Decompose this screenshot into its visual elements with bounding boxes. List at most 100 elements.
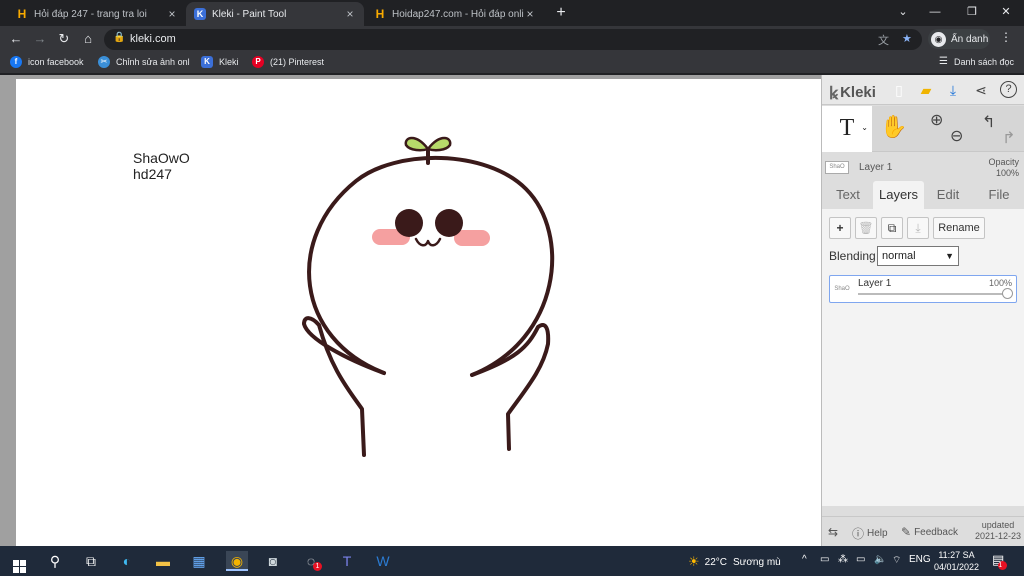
tab-hoidap-online[interactable]: H Hoidap247.com - Hỏi đáp online × bbox=[366, 2, 544, 26]
help-link[interactable]: ⓘ Help bbox=[852, 525, 888, 542]
canvas-text-line: ShaOwO bbox=[133, 150, 190, 166]
add-layer-button[interactable]: + bbox=[829, 217, 851, 239]
canvas-text-line: hd247 bbox=[133, 166, 172, 182]
kleki-logo[interactable]: ꝃ Kleki bbox=[829, 81, 876, 104]
text-tool-button[interactable]: T ⌄ bbox=[822, 106, 872, 152]
word-icon[interactable]: W bbox=[372, 551, 394, 571]
edge-icon[interactable]: ◐ bbox=[116, 551, 138, 571]
file-explorer-icon[interactable]: ▬ bbox=[152, 551, 174, 571]
teams-icon[interactable]: T bbox=[336, 551, 358, 571]
lock-icon[interactable]: 🔒 bbox=[113, 32, 125, 43]
close-icon[interactable]: × bbox=[166, 7, 178, 21]
tab-hoidap-traloi[interactable]: H Hỏi đáp 247 - trang tra loi × bbox=[8, 2, 186, 26]
feedback-link[interactable]: ✎ Feedback bbox=[901, 525, 958, 539]
messenger-icon[interactable]: ◌ 1 bbox=[300, 551, 322, 571]
restore-icon[interactable]: ❐ bbox=[962, 3, 982, 21]
windows-start-icon[interactable] bbox=[8, 551, 30, 573]
address-bar[interactable]: 🔒 kleki.com 文 ★ bbox=[104, 29, 922, 50]
close-icon[interactable]: × bbox=[524, 7, 536, 21]
browser-tab-strip: H Hỏi đáp 247 - trang tra loi × K Kleki … bbox=[0, 0, 1024, 26]
blending-select[interactable]: normal ▼ bbox=[877, 246, 959, 266]
tab-search-chevron-icon[interactable]: ⌄ bbox=[893, 3, 913, 21]
camera-icon[interactable]: ◙ bbox=[262, 551, 284, 571]
profile-label: Ẩn danh bbox=[951, 33, 989, 45]
layer-opacity-slider[interactable] bbox=[858, 293, 1008, 295]
bookmark-star-icon[interactable]: ★ bbox=[902, 32, 912, 45]
zoom-in-icon[interactable]: ⊕ bbox=[930, 110, 943, 130]
blending-label: Blending bbox=[829, 249, 876, 263]
language-indicator[interactable]: ENG bbox=[909, 554, 931, 565]
bookmark-pinterest[interactable]: P (21) Pinterest bbox=[252, 56, 324, 68]
bookmark-kleki[interactable]: K Kleki bbox=[201, 56, 239, 68]
bookmark-label: (21) Pinterest bbox=[270, 57, 325, 67]
hand-tool-icon[interactable]: ✋ bbox=[880, 114, 907, 140]
chevron-down-icon: ▼ bbox=[945, 251, 954, 261]
layer-list-item[interactable]: ShaO Layer 1 100% bbox=[829, 275, 1017, 303]
drawing-canvas[interactable]: ShaOwO hd247 bbox=[16, 79, 821, 546]
window-close-icon[interactable]: ✕ bbox=[996, 3, 1016, 21]
incognito-icon: ◉ bbox=[931, 31, 946, 47]
panel-tabs: Text Layers Edit File bbox=[822, 181, 1024, 209]
tray-app-icon[interactable]: ▭ bbox=[820, 554, 829, 565]
task-view-icon[interactable]: ⧉ bbox=[80, 551, 102, 571]
bookmark-photo-edit[interactable]: ✂ Chỉnh sửa ảnh onl bbox=[98, 56, 190, 68]
clock-time: 11:27 SA bbox=[938, 550, 975, 560]
new-tab-button[interactable]: + bbox=[553, 4, 569, 22]
head-outline bbox=[307, 155, 555, 377]
redo-icon[interactable]: ↱ bbox=[1002, 128, 1015, 148]
help-icon[interactable]: ? bbox=[1000, 81, 1017, 98]
merge-down-icon[interactable]: ⤓ bbox=[907, 217, 929, 239]
chrome-icon[interactable]: ◉ bbox=[226, 551, 248, 571]
opacity-slider-handle[interactable] bbox=[1002, 288, 1013, 299]
undo-icon[interactable]: ↰ bbox=[982, 112, 995, 132]
tab-file[interactable]: File bbox=[980, 181, 1018, 209]
share-icon[interactable]: ⋖ bbox=[972, 81, 990, 99]
swap-sides-icon[interactable]: ⇆ bbox=[828, 525, 841, 539]
volume-icon[interactable]: 🔈 bbox=[874, 554, 886, 565]
search-icon[interactable]: ⚲ bbox=[44, 551, 66, 571]
duplicate-layer-icon[interactable]: ⧉ bbox=[881, 217, 903, 239]
tab-layers[interactable]: Layers bbox=[873, 181, 924, 209]
reading-list-label: Danh sách đọc bbox=[953, 56, 1014, 67]
browser-menu-icon[interactable]: ⋮ bbox=[1000, 30, 1012, 44]
notification-center-icon[interactable]: ▤ 1 bbox=[992, 552, 1008, 570]
reading-list-button[interactable]: ☰ Danh sách đọc bbox=[939, 56, 1014, 67]
tray-chevron-icon[interactable]: ^ bbox=[802, 554, 807, 565]
delete-layer-icon[interactable]: 🗑 bbox=[855, 217, 877, 239]
tab-edit[interactable]: Edit bbox=[928, 181, 968, 209]
tray-teams-icon[interactable]: ⁂ bbox=[838, 554, 848, 565]
weather-temp: 22°C bbox=[704, 556, 727, 568]
wifi-icon[interactable]: ⌔ bbox=[892, 554, 901, 567]
bookmarks-bar: f icon facebook ✂ Chỉnh sửa ảnh onl K Kl… bbox=[0, 52, 1024, 74]
rename-button[interactable]: Rename bbox=[933, 217, 985, 239]
layer-name: Layer 1 bbox=[858, 278, 892, 289]
bookmark-icon-facebook[interactable]: f icon facebook bbox=[10, 56, 84, 68]
browser-toolbar: ← → ↻ ⌂ 🔒 kleki.com 文 ★ ◉ Ẩn danh ⋮ bbox=[0, 26, 1024, 52]
open-folder-icon[interactable]: ▰ bbox=[917, 81, 935, 99]
incognito-profile-button[interactable]: ◉ Ẩn danh bbox=[928, 29, 990, 49]
chevron-down-icon[interactable]: ⌄ bbox=[861, 106, 868, 150]
battery-icon[interactable]: ▭ bbox=[856, 554, 865, 565]
minimize-icon[interactable]: — bbox=[925, 3, 945, 21]
new-image-icon[interactable]: ▯ bbox=[890, 81, 908, 99]
notification-badge: 1 bbox=[998, 561, 1008, 570]
kleki-favicon-icon: K bbox=[194, 8, 206, 20]
close-icon[interactable]: × bbox=[344, 7, 356, 21]
download-icon[interactable]: ⤓ bbox=[944, 81, 962, 99]
back-icon[interactable]: ← bbox=[7, 30, 25, 48]
hoidap-favicon-icon: H bbox=[375, 7, 385, 21]
tab-text[interactable]: Text bbox=[826, 181, 870, 209]
reload-icon[interactable]: ↻ bbox=[55, 30, 73, 48]
translate-icon[interactable]: 文 bbox=[878, 32, 889, 48]
right-arm bbox=[470, 323, 551, 451]
weather-widget[interactable]: ☀ 22°C Sương mù bbox=[688, 554, 781, 570]
home-icon[interactable]: ⌂ bbox=[79, 30, 97, 48]
bookmark-label: Kleki bbox=[219, 57, 239, 67]
zoom-out-icon[interactable]: ⊖ bbox=[950, 126, 963, 146]
system-clock[interactable]: 11:27 SA 04/01/2022 bbox=[934, 549, 979, 573]
eyes bbox=[395, 209, 463, 237]
layer-thumbnail: ShaO bbox=[834, 286, 850, 292]
store-icon[interactable]: ▦ bbox=[188, 551, 210, 571]
tab-kleki[interactable]: K Kleki - Paint Tool × bbox=[186, 2, 364, 26]
forward-icon[interactable]: → bbox=[31, 30, 49, 48]
